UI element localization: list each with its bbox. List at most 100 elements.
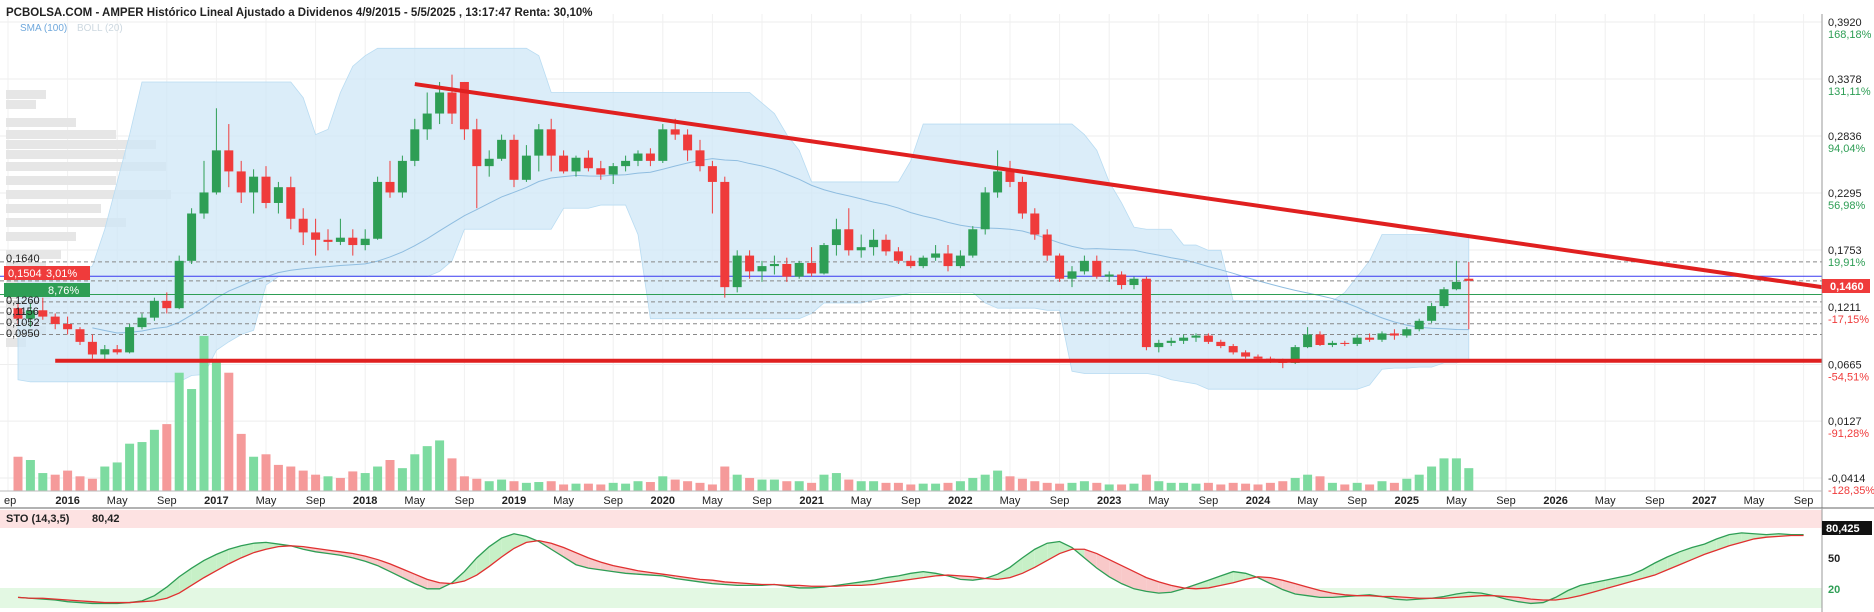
candle-body: [100, 349, 110, 355]
candle-body: [695, 150, 705, 167]
candle-body: [286, 187, 296, 219]
candle-body: [298, 218, 308, 233]
volume-bar: [1030, 481, 1040, 491]
volume-bar: [621, 483, 631, 491]
x-axis-label: May: [1595, 495, 1616, 507]
volume-profile-bar: [6, 204, 101, 213]
volume-bar: [422, 446, 432, 491]
candle-body: [1067, 271, 1077, 279]
volume-bar: [670, 479, 680, 491]
candle-body: [1439, 289, 1449, 307]
candle-body: [1092, 260, 1102, 277]
x-axis-label: 2021: [799, 495, 823, 507]
candle-body: [1042, 234, 1052, 256]
candle-body: [608, 166, 618, 175]
volume-bar: [385, 460, 395, 491]
candle-body: [782, 263, 792, 277]
right-axis-pct: -128,35%: [1828, 485, 1874, 497]
volume-bar: [497, 479, 507, 491]
candle-body: [1414, 320, 1424, 330]
volume-bar: [1042, 482, 1052, 491]
candle-body: [869, 239, 879, 248]
candle-body: [63, 323, 73, 330]
candle-body: [720, 181, 730, 288]
candle-body: [50, 316, 60, 324]
candle-body: [1203, 335, 1213, 342]
candle-body: [633, 153, 643, 161]
candle-body: [745, 255, 755, 272]
volume-bar: [1439, 458, 1449, 491]
volume-bar: [1451, 458, 1461, 491]
candle-body: [1117, 274, 1127, 286]
volume-bar: [75, 476, 85, 491]
x-axis-label: Sep: [1347, 495, 1367, 507]
candle-body: [819, 245, 829, 274]
x-axis-label: May: [107, 495, 128, 507]
candle-body: [521, 155, 531, 180]
candle-body: [162, 300, 172, 309]
right-axis-price: -0,0414: [1828, 473, 1865, 485]
x-axis-label: Sep: [1199, 495, 1219, 507]
volume-bar: [571, 483, 581, 491]
candle-body: [1427, 306, 1437, 321]
volume-bar: [397, 468, 407, 491]
volume-bar: [856, 481, 866, 491]
candle-body: [906, 260, 916, 267]
x-axis-label: Sep: [1496, 495, 1516, 507]
volume-bar: [174, 372, 184, 491]
candle-body: [968, 229, 978, 256]
volume-bar: [1464, 468, 1474, 491]
volume-bar: [1327, 482, 1337, 491]
candle-body: [149, 300, 159, 318]
volume-bar: [1427, 466, 1437, 491]
candle-body: [236, 171, 246, 193]
x-axis-label: 2025: [1395, 495, 1419, 507]
volume-bar: [583, 483, 593, 491]
x-axis-label: Sep: [157, 495, 177, 507]
x-axis-label: Sep: [603, 495, 623, 507]
volume-bar: [869, 481, 879, 491]
candle-body: [918, 257, 928, 267]
volume-bar: [707, 484, 717, 491]
candle-body: [1141, 278, 1151, 348]
candle-body: [112, 349, 122, 353]
right-axis-price: 0,3378: [1828, 74, 1862, 86]
volume-bar: [1005, 476, 1015, 491]
candle-body: [980, 192, 990, 230]
right-axis-price: 0,2836: [1828, 131, 1862, 143]
volume-bar: [955, 481, 965, 491]
candle-body: [658, 129, 668, 161]
candle-body: [1055, 255, 1065, 279]
volume-bar: [1166, 482, 1176, 491]
volume-bar: [943, 482, 953, 491]
volume-bar: [1290, 477, 1300, 491]
volume-bar: [1191, 483, 1201, 491]
volume-bar: [410, 454, 420, 491]
volume-bar: [695, 482, 705, 491]
legend-boll: BOLL (20): [77, 23, 123, 34]
volume-bar: [794, 481, 804, 491]
candle-body: [621, 160, 631, 167]
volume-bar: [844, 479, 854, 491]
volume-bar: [1377, 481, 1387, 491]
volume-bar: [633, 481, 643, 491]
volume-bar: [596, 484, 606, 491]
volume-bar: [906, 484, 916, 491]
candle-body: [311, 232, 321, 240]
candle-body: [199, 192, 209, 214]
level-label-1640: 0,1640: [6, 253, 40, 265]
volume-bar: [87, 478, 97, 491]
x-axis-label: May: [404, 495, 425, 507]
x-axis-label: 2027: [1692, 495, 1716, 507]
current-price-pct: 3,01%: [46, 268, 77, 280]
volume-bar: [931, 483, 941, 491]
x-axis-label: 2018: [353, 495, 377, 507]
candle-body: [447, 92, 457, 114]
candle-body: [1241, 352, 1251, 357]
volume-bar: [757, 479, 767, 491]
level-label-0950: 0,0950: [6, 328, 40, 340]
candle-body: [323, 239, 333, 242]
candle-body: [75, 329, 85, 342]
right-axis-price: 0,2295: [1828, 188, 1862, 200]
sto-overbought-zone: [0, 510, 1822, 528]
